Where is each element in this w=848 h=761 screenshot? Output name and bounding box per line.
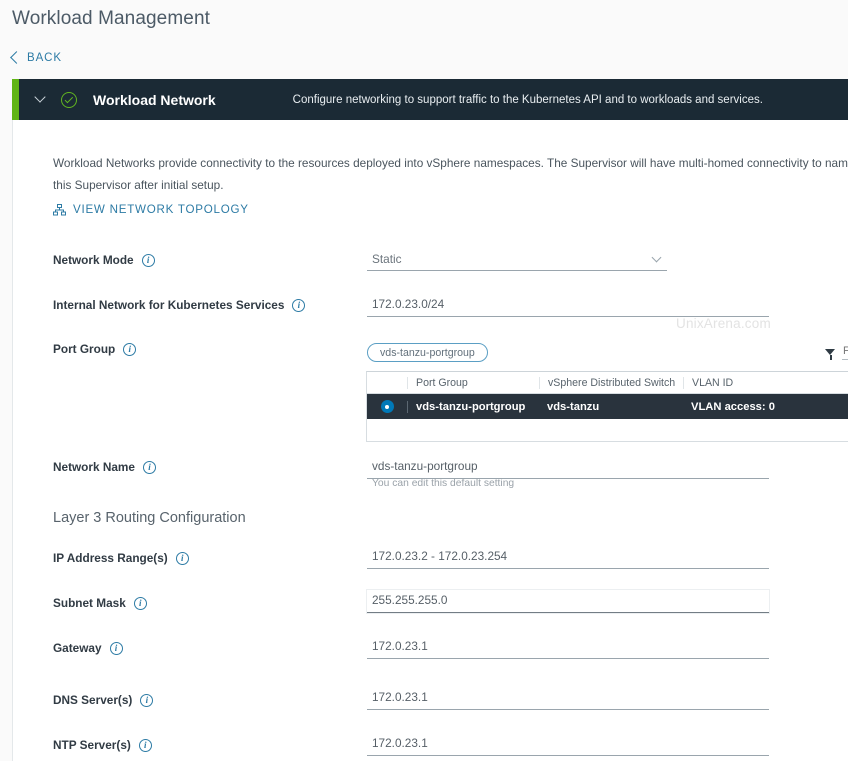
port-group-label: Port Group i [53, 342, 137, 356]
section-collapse-toggle[interactable] [19, 90, 61, 104]
chevron-left-icon [10, 50, 23, 64]
page-title: Workload Management [12, 8, 210, 29]
ip-range-label: IP Address Range(s) i [53, 551, 189, 565]
section-accent-bar [12, 79, 19, 120]
port-group-filter-input[interactable] [842, 344, 848, 360]
network-name-helper: You can edit this default setting [372, 478, 515, 489]
row-select-cell[interactable] [367, 400, 407, 413]
back-label: BACK [27, 52, 62, 64]
info-icon[interactable]: i [175, 551, 189, 565]
ntp-servers-input[interactable] [367, 733, 769, 756]
radio-button-selected[interactable] [380, 400, 394, 413]
gateway-input[interactable] [367, 636, 769, 659]
internal-network-label: Internal Network for Kubernetes Services… [53, 298, 306, 312]
gateway-label: Gateway i [53, 641, 123, 655]
port-group-table: Port Group vSphere Distributed Switch VL… [366, 371, 848, 442]
info-icon[interactable]: i [141, 253, 155, 267]
row-vlan-id: VLAN access: 0 [691, 400, 775, 413]
chevron-down-icon [34, 90, 46, 103]
workload-management-page: Workload Management BACK Workload Networ… [0, 0, 848, 761]
layer3-routing-title: Layer 3 Routing Configuration [53, 510, 246, 526]
section-description: Configure networking to support traffic … [292, 93, 763, 106]
network-topology-icon [53, 203, 66, 215]
chevron-down-icon [651, 252, 662, 263]
table-row[interactable]: vds-tanzu-portgroup vds-tanzu VLAN acces… [367, 394, 848, 419]
table-header-vlan-id: VLAN ID [683, 376, 848, 389]
dns-servers-input[interactable] [367, 687, 769, 710]
ip-range-input[interactable] [367, 546, 769, 569]
network-name-label: Network Name i [53, 460, 156, 474]
check-circle-icon [61, 91, 77, 108]
row-port-group: vds-tanzu-portgroup [407, 400, 539, 413]
intro-text: Workload Networks provide connectivity t… [53, 156, 848, 192]
info-icon[interactable]: i [109, 641, 123, 655]
info-icon[interactable]: i [138, 738, 152, 752]
port-group-chip[interactable]: vds-tanzu-portgroup [367, 343, 488, 362]
dns-servers-label: DNS Server(s) i [53, 693, 154, 707]
network-name-input[interactable] [367, 456, 769, 479]
view-network-topology-label: VIEW NETWORK TOPOLOGY [73, 203, 249, 216]
section-title: Workload Network [93, 91, 216, 108]
port-group-filter [825, 344, 848, 360]
view-network-topology-link[interactable]: VIEW NETWORK TOPOLOGY [53, 203, 249, 216]
internal-network-input[interactable] [367, 294, 769, 317]
ntp-servers-label: NTP Server(s) i [53, 738, 152, 752]
watermark: UnixArena.com [676, 316, 771, 331]
table-header-row: Port Group vSphere Distributed Switch VL… [367, 372, 848, 394]
network-mode-value: Static [372, 252, 402, 266]
row-switch: vds-tanzu [547, 400, 600, 413]
subnet-mask-label: Subnet Mask i [53, 596, 147, 610]
table-empty-row [367, 419, 848, 441]
back-link[interactable]: BACK [10, 50, 62, 64]
info-icon[interactable]: i [140, 693, 154, 707]
info-icon[interactable]: i [123, 342, 137, 356]
network-mode-label: Network Mode i [53, 253, 155, 267]
network-mode-select[interactable]: Static [367, 248, 667, 271]
info-icon[interactable]: i [142, 460, 156, 474]
workload-network-section-header: Workload Network Configure networking to… [12, 79, 848, 120]
info-icon[interactable]: i [133, 596, 147, 610]
subnet-mask-input[interactable] [367, 590, 769, 613]
info-icon[interactable]: i [292, 298, 306, 312]
table-header-port-group: Port Group [407, 376, 539, 389]
table-header-switch: vSphere Distributed Switch [539, 376, 683, 389]
filter-icon[interactable] [825, 349, 836, 360]
